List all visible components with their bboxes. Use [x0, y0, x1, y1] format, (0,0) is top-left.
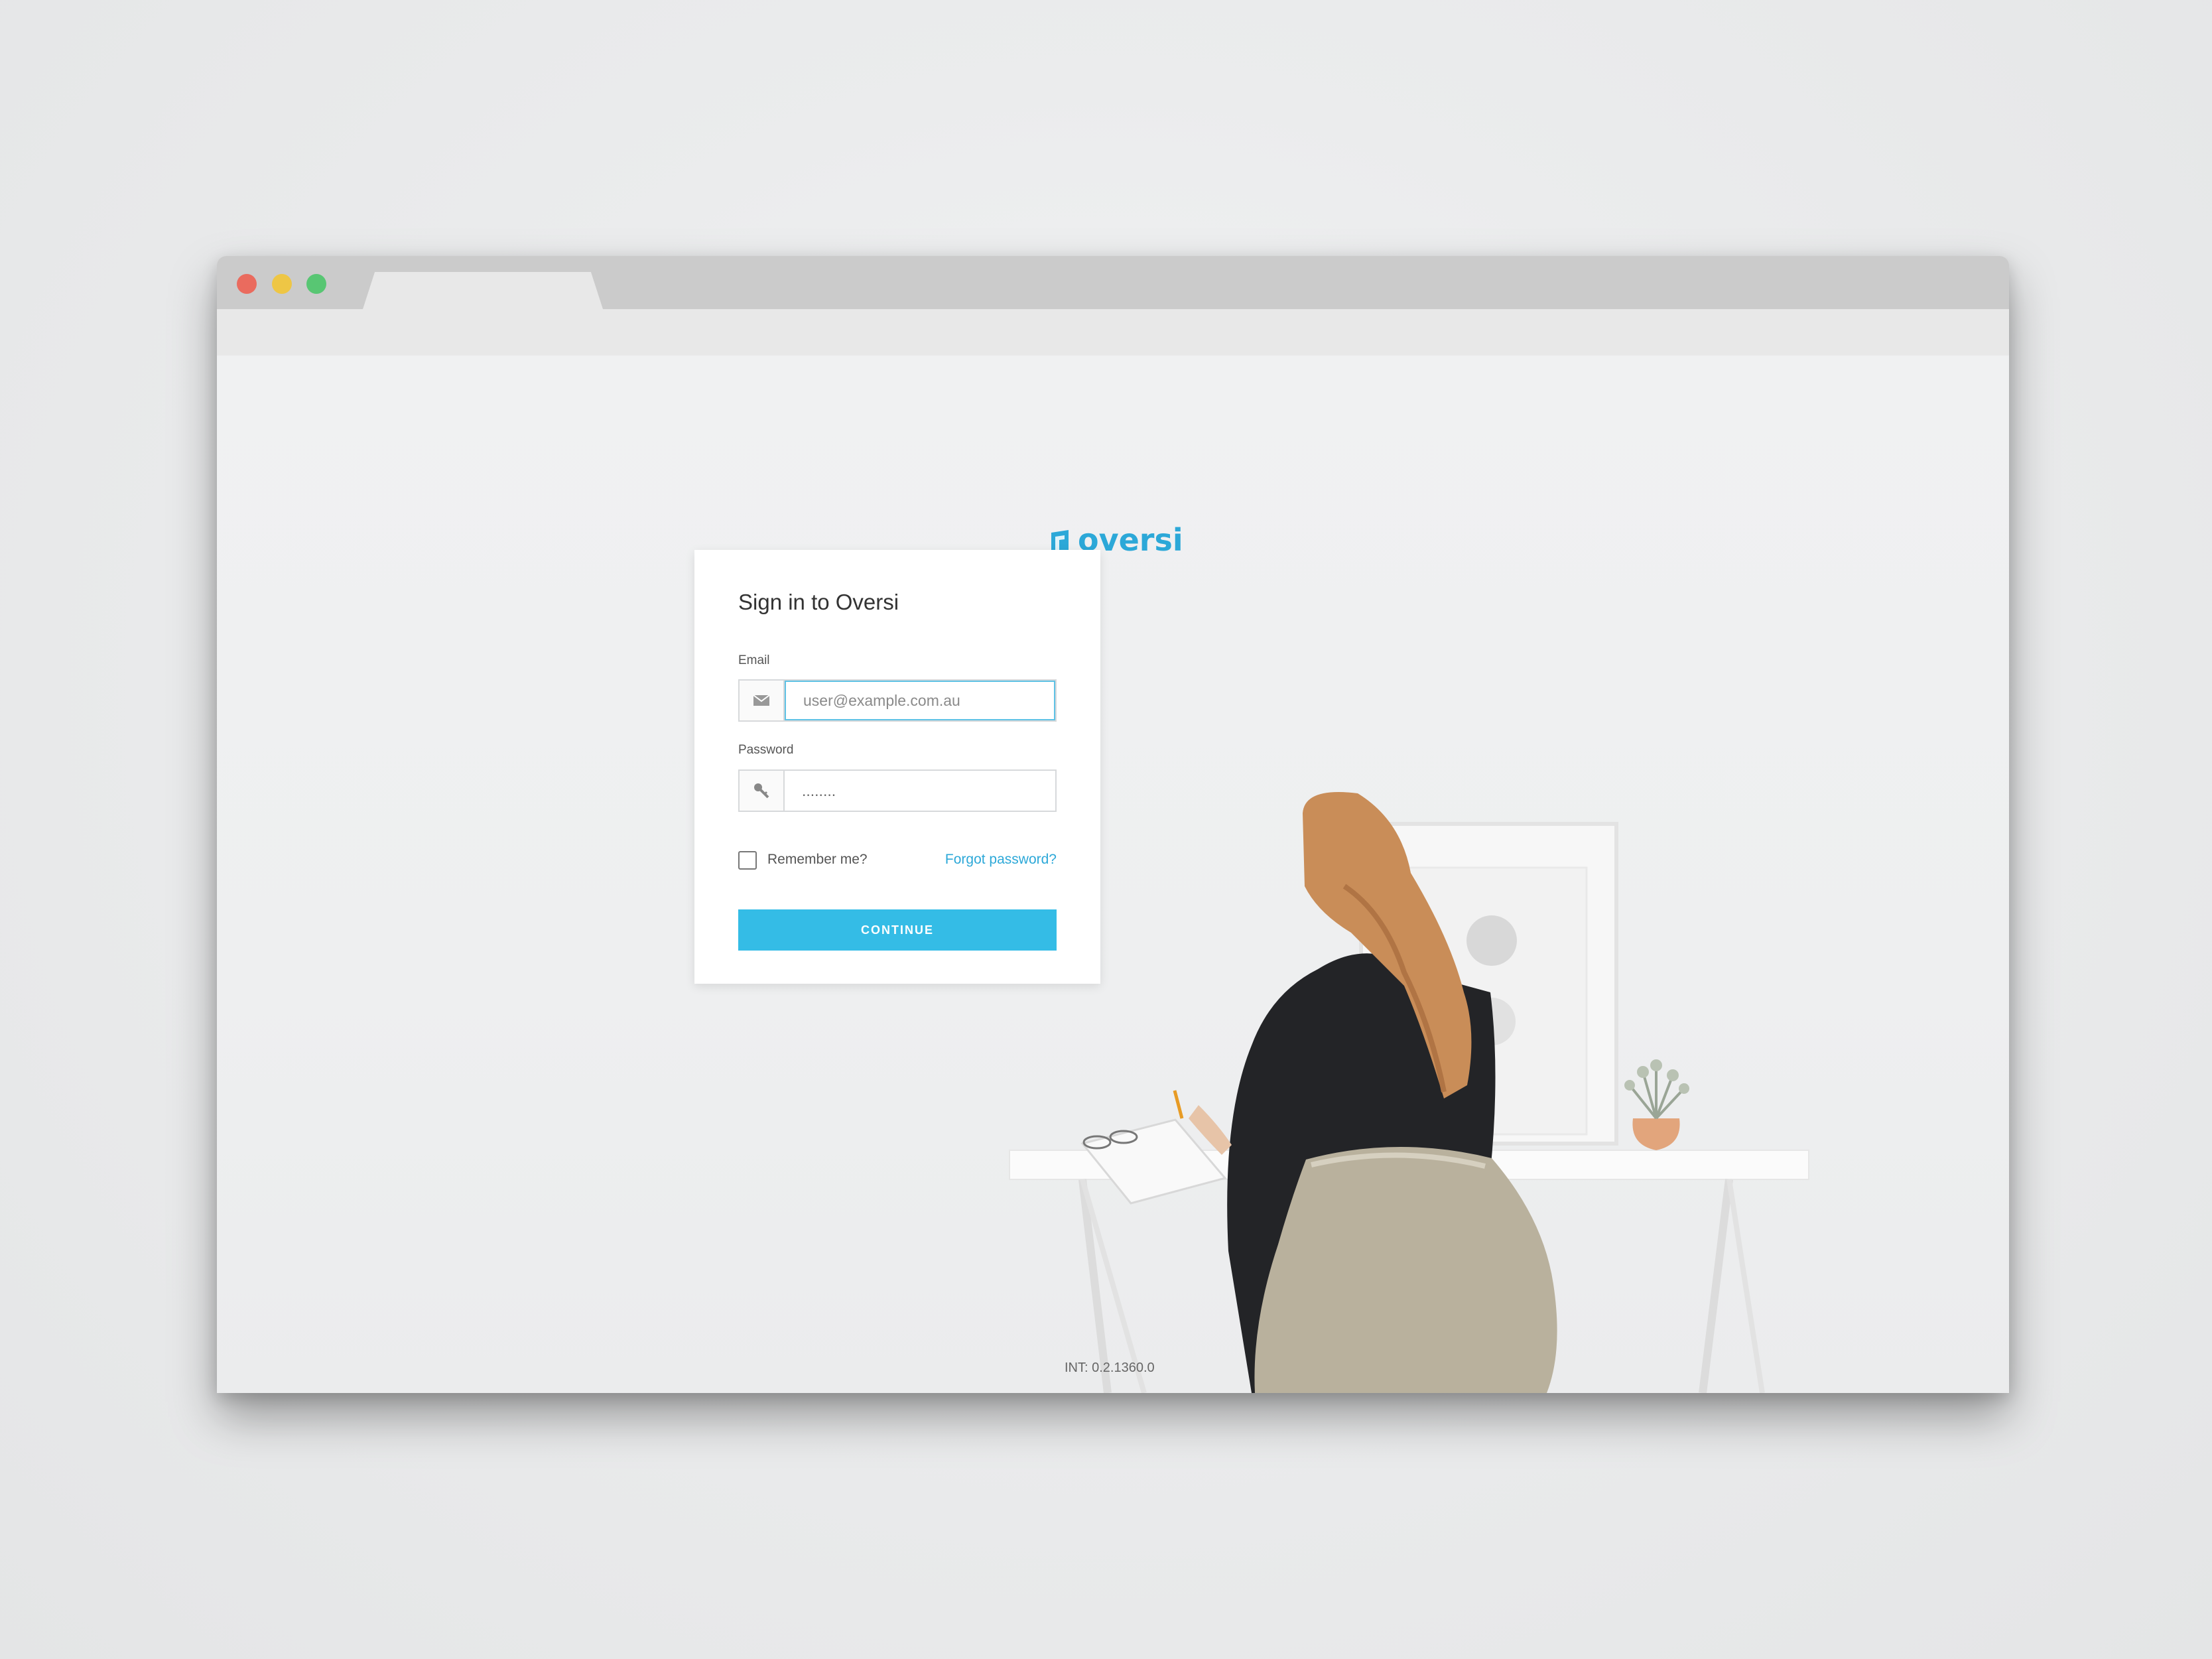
envelope-icon	[740, 681, 785, 720]
maximize-window-button[interactable]	[306, 274, 326, 294]
forgot-password-link[interactable]: Forgot password?	[945, 852, 1057, 868]
plant-pot	[1624, 1059, 1689, 1150]
page-viewport: oversi INT: 0.2.1360.0	[217, 356, 2009, 1393]
email-field-group	[738, 679, 1057, 722]
browser-tab[interactable]	[363, 272, 603, 309]
browser-titlebar	[217, 256, 2009, 309]
chair	[1254, 1146, 1557, 1393]
login-card: Sign in to Oversi Email Password Remembe…	[694, 550, 1100, 984]
browser-toolbar	[217, 309, 2009, 356]
remember-me-label: Remember me?	[767, 852, 868, 867]
close-window-button[interactable]	[237, 274, 257, 294]
browser-window: oversi INT: 0.2.1360.0	[217, 256, 2009, 1393]
key-icon	[740, 771, 785, 811]
password-label: Password	[738, 743, 794, 757]
background-photo	[1009, 792, 1809, 1393]
remember-me-checkbox[interactable]	[738, 851, 757, 870]
continue-button[interactable]: CONTINUE	[738, 909, 1057, 951]
brand-logo-icon	[1051, 530, 1069, 550]
minimize-window-button[interactable]	[272, 274, 292, 294]
version-label: INT: 0.2.1360.0	[1065, 1360, 1155, 1375]
email-input[interactable]	[785, 681, 1055, 720]
password-input[interactable]	[785, 771, 1055, 811]
login-title: Sign in to Oversi	[738, 590, 899, 614]
password-field-group	[738, 769, 1057, 812]
email-label: Email	[738, 653, 770, 667]
